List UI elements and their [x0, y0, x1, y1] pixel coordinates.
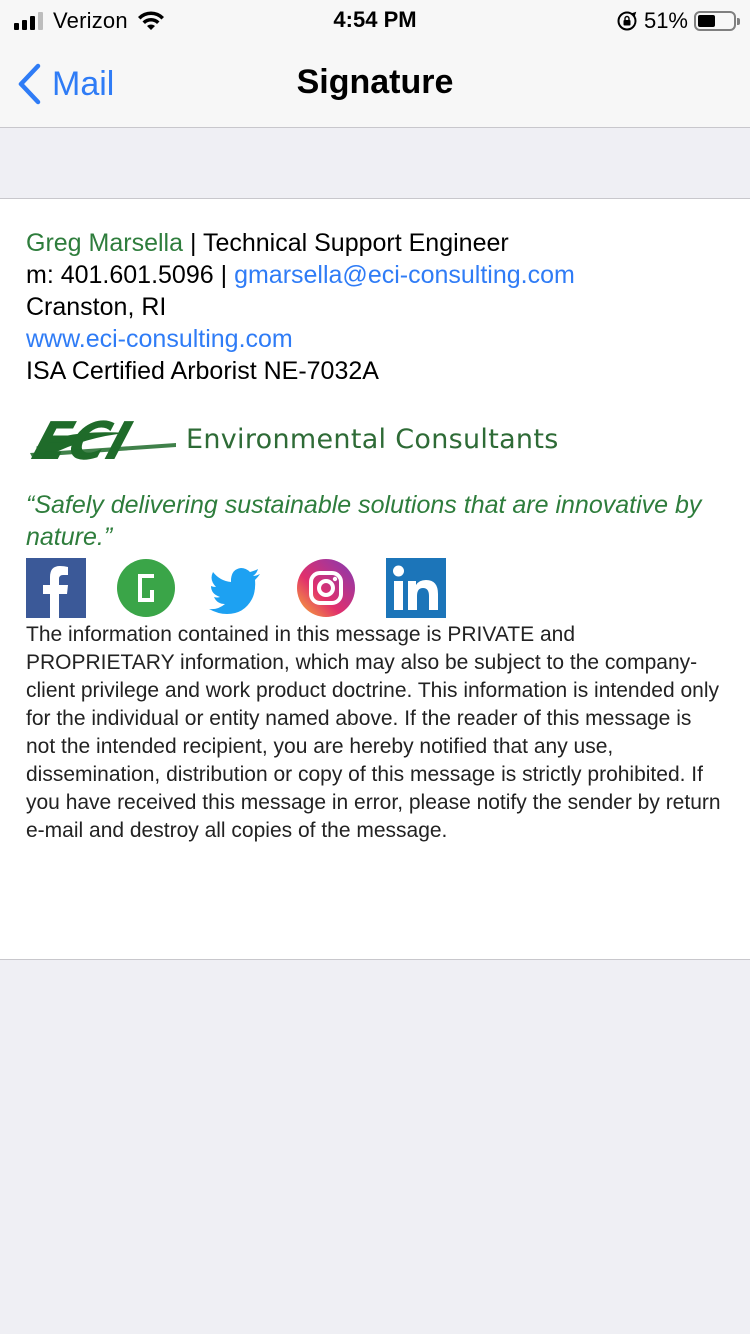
eci-logo-text: Environmental Consultants [186, 423, 559, 455]
status-right: 51% [616, 8, 740, 34]
battery-icon [694, 11, 740, 31]
job-title: Technical Support Engineer [202, 229, 509, 257]
name-title-line: Greg Marsella | Technical Support Engine… [26, 227, 724, 259]
eci-logo-mark: ECI [26, 410, 176, 472]
instagram-icon[interactable] [296, 558, 356, 618]
separator: | [189, 229, 197, 257]
page-title: Signature [296, 63, 454, 101]
eci-logo-letters: ECI [26, 410, 139, 471]
signature-editor[interactable]: Greg Marsella | Technical Support Engine… [0, 198, 750, 960]
navigation-bar: Mail Signature [0, 40, 750, 128]
status-bar: Verizon 4:54 PM 51% [0, 0, 750, 40]
tagline: “Safely delivering sustainable solutions… [26, 491, 702, 551]
linkedin-icon[interactable] [386, 558, 446, 618]
orientation-lock-icon [617, 11, 637, 31]
glassdoor-icon[interactable] [116, 558, 176, 618]
mobile-number: m: 401.601.5096 [26, 261, 214, 289]
website-link[interactable]: www.eci-consulting.com [26, 323, 724, 355]
eci-logo: ECI Environmental Consultants [26, 401, 724, 477]
legal-disclaimer: The information contained in this messag… [26, 623, 721, 842]
twitter-icon[interactable] [206, 558, 266, 618]
location: Cranston, RI [26, 293, 167, 321]
certification: ISA Certified Arborist NE-7032A [26, 357, 379, 385]
contact-line: m: 401.601.5096 | gmarsella@eci-consulti… [26, 259, 724, 291]
separator: | [220, 261, 228, 289]
social-icons [26, 557, 724, 619]
battery-percent: 51% [643, 8, 688, 33]
email-link[interactable]: gmarsella@eci-consulting.com [234, 261, 575, 289]
facebook-icon[interactable] [26, 558, 86, 618]
signer-name: Greg Marsella [26, 229, 183, 257]
